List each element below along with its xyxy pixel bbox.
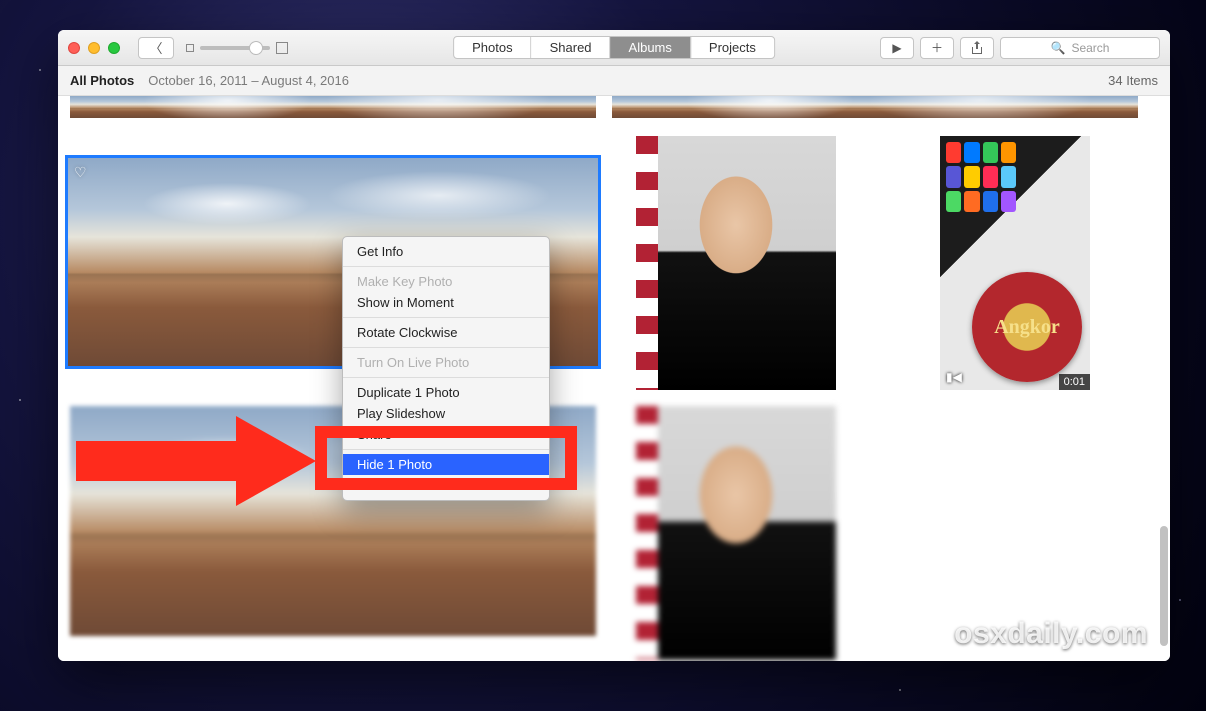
- menu-separator: [343, 266, 549, 267]
- watermark: osxdaily.com: [954, 617, 1148, 651]
- scrollbar-thumb[interactable]: [1160, 526, 1168, 646]
- annotation-highlight-box: [315, 426, 577, 490]
- thumbnail-zoom-control[interactable]: [186, 42, 288, 54]
- favorite-icon[interactable]: ♡: [74, 164, 87, 181]
- menu-get-info[interactable]: Get Info: [343, 241, 549, 262]
- coaster-label: Angkor: [972, 272, 1082, 382]
- menu-play-slideshow[interactable]: Play Slideshow: [343, 403, 549, 424]
- tab-projects[interactable]: Projects: [691, 37, 774, 58]
- search-field[interactable]: 🔍 Search: [1000, 37, 1160, 59]
- fullscreen-button[interactable]: [108, 42, 120, 54]
- titlebar: 〈 Photos Shared Albums Projects ▶ ＋ 🔍 Se…: [58, 30, 1170, 66]
- video-icon: ▮◀: [946, 370, 962, 384]
- menu-duplicate[interactable]: Duplicate 1 Photo: [343, 382, 549, 403]
- app-grid-decoration: [946, 142, 1016, 212]
- chevron-left-icon: 〈: [149, 38, 162, 57]
- photo-grid: ♡ Angkor ▮◀ 0:01 Get Info Make Ke: [58, 96, 1170, 661]
- minimize-button[interactable]: [88, 42, 100, 54]
- search-placeholder: Search: [1071, 41, 1109, 55]
- photo-thumb[interactable]: [70, 96, 596, 118]
- photo-thumb[interactable]: [612, 96, 1138, 118]
- tab-photos[interactable]: Photos: [454, 37, 531, 58]
- photos-app-window: 〈 Photos Shared Albums Projects ▶ ＋ 🔍 Se…: [58, 30, 1170, 661]
- menu-show-in-moment[interactable]: Show in Moment: [343, 292, 549, 313]
- window-controls: [68, 42, 120, 54]
- share-icon: [971, 41, 983, 55]
- album-date-range: October 16, 2011 – August 4, 2016: [148, 73, 349, 88]
- zoom-in-icon: [276, 42, 288, 54]
- annotation-arrow-shaft: [76, 441, 236, 481]
- view-segmented-control: Photos Shared Albums Projects: [453, 36, 775, 59]
- video-thumb[interactable]: Angkor ▮◀ 0:01: [940, 136, 1090, 390]
- photo-thumb[interactable]: [636, 406, 836, 660]
- annotation-arrow-head: [236, 416, 316, 506]
- menu-rotate-clockwise[interactable]: Rotate Clockwise: [343, 322, 549, 343]
- flag-decoration: [636, 136, 658, 390]
- back-button[interactable]: 〈: [138, 37, 174, 59]
- zoom-slider[interactable]: [200, 46, 270, 50]
- search-icon: 🔍: [1051, 41, 1066, 55]
- close-button[interactable]: [68, 42, 80, 54]
- zoom-out-icon: [186, 44, 194, 52]
- play-icon: ▶: [892, 41, 901, 55]
- album-title: All Photos: [70, 73, 134, 88]
- play-slideshow-button[interactable]: ▶: [880, 37, 914, 59]
- tab-albums[interactable]: Albums: [611, 37, 691, 58]
- plus-icon: ＋: [931, 39, 943, 56]
- zoom-slider-knob[interactable]: [249, 41, 263, 55]
- add-button[interactable]: ＋: [920, 37, 954, 59]
- menu-separator: [343, 317, 549, 318]
- video-duration: 0:01: [1059, 374, 1090, 390]
- photo-thumb[interactable]: [636, 136, 836, 390]
- flag-decoration: [636, 406, 658, 660]
- menu-separator: [343, 347, 549, 348]
- album-item-count: 34 Items: [1108, 73, 1158, 88]
- album-header: All Photos October 16, 2011 – August 4, …: [58, 66, 1170, 96]
- menu-turn-on-live-photo: Turn On Live Photo: [343, 352, 549, 373]
- tab-shared[interactable]: Shared: [532, 37, 611, 58]
- menu-separator: [343, 377, 549, 378]
- share-button[interactable]: [960, 37, 994, 59]
- menu-make-key-photo: Make Key Photo: [343, 271, 549, 292]
- toolbar-right-group: ▶ ＋ 🔍 Search: [880, 37, 1160, 59]
